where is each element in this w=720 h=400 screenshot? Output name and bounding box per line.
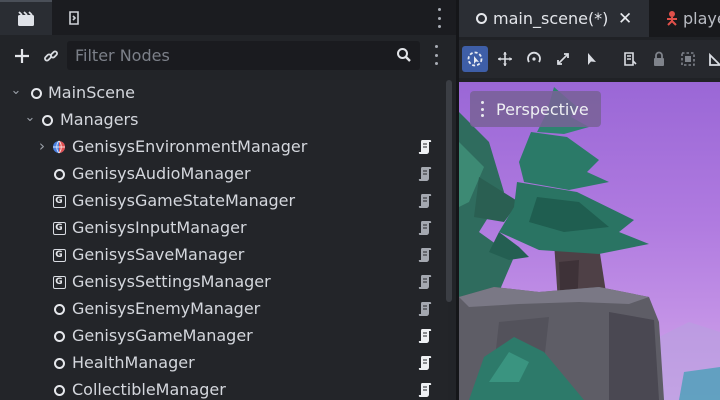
dock-menu-icon[interactable] (432, 8, 446, 28)
tree-row-label: GenisysSettingsManager (72, 272, 271, 291)
ruler-button[interactable] (703, 46, 720, 72)
tree-row[interactable]: G GenisysInputManager (0, 215, 448, 242)
script-icon[interactable] (418, 166, 432, 182)
tree-scrollbar[interactable] (446, 80, 452, 302)
genisys-g-icon: G (52, 248, 66, 262)
lock-button[interactable] (646, 46, 672, 72)
select-mode-icon (467, 51, 483, 67)
viewport-toolbar (459, 40, 720, 78)
ruler-icon (709, 52, 720, 66)
scale-icon (557, 53, 569, 65)
tab-player[interactable]: playe (658, 0, 720, 37)
dock-tab-bar (0, 0, 456, 35)
pointer-icon (588, 53, 596, 65)
tree-row-label: GenisysGameManager (72, 326, 253, 345)
perspective-label: Perspective (496, 99, 589, 119)
tree-row-label: Managers (60, 110, 139, 129)
script-icon[interactable] (418, 382, 432, 398)
scene-render (459, 87, 720, 400)
node3d-ring-icon (52, 302, 66, 316)
script-icon[interactable] (418, 220, 432, 236)
tree-row[interactable]: G GenisysSettingsManager (0, 269, 448, 296)
rotate-tool-button[interactable] (521, 46, 547, 72)
scene-tab-bar: main_scene(*) ✕ playe (459, 0, 720, 37)
script-icon[interactable] (418, 301, 432, 317)
tree-row-label: CollectibleManager (72, 380, 226, 399)
rotate-icon (527, 51, 541, 63)
tree-row-label: GenisysEnvironmentManager (72, 137, 308, 156)
plus-icon (15, 49, 29, 63)
chevron-right-icon[interactable]: › (36, 137, 48, 155)
lock-icon (654, 51, 664, 66)
close-icon[interactable]: ✕ (618, 9, 632, 29)
group-icon (681, 52, 695, 66)
tree-row[interactable]: GenisysAudioManager (0, 161, 448, 188)
tree-row[interactable]: G GenisysSaveManager (0, 242, 448, 269)
tree-row-label: GenisysAudioManager (72, 164, 251, 183)
node3d-ring-icon (40, 113, 54, 127)
script-icon[interactable] (418, 274, 432, 290)
genisys-g-icon: G (52, 221, 66, 235)
list-select-tool-button[interactable] (579, 46, 605, 72)
3d-viewport[interactable]: Perspective (459, 82, 720, 400)
tree-row[interactable]: › GenisysEnvironmentManager (0, 134, 448, 161)
scene-dock: ⌄ MainScene ⌄ Managers › GenisysEnvironmentMa… (0, 0, 456, 400)
filter-nodes-input[interactable] (75, 45, 385, 66)
link-icon (44, 50, 58, 62)
import-tab-icon (69, 10, 79, 25)
move-icon (498, 52, 512, 66)
tree-row[interactable]: GenisysEnemyManager (0, 296, 448, 323)
tree-row-label: MainScene (48, 83, 135, 102)
world-environment-icon (52, 140, 66, 154)
character-body-icon (667, 11, 677, 26)
tree-row[interactable]: G GenisysGameStateManager (0, 188, 448, 215)
tree-row-label: GenisysInputManager (72, 218, 247, 237)
genisys-g-icon: G (52, 275, 66, 289)
scene-tab-icon (18, 10, 34, 26)
node3d-ring-icon (52, 167, 66, 181)
scene-tree: ⌄ MainScene ⌄ Managers › GenisysEnvironmentMa… (0, 80, 448, 400)
transform-icon (624, 52, 637, 66)
scene-editor: main_scene(*) ✕ playe (459, 0, 720, 400)
chevron-down-icon[interactable]: ⌄ (24, 110, 36, 125)
instance-scene-button[interactable] (40, 45, 62, 67)
script-icon[interactable] (418, 328, 432, 344)
move-tool-button[interactable] (492, 46, 518, 72)
tree-row-label: GenisysGameStateManager (72, 191, 296, 210)
genisys-g-icon: G (52, 194, 66, 208)
group-button[interactable] (675, 46, 701, 72)
node3d-ring-icon (52, 383, 66, 397)
tab-main-scene[interactable]: main_scene(*) ✕ (459, 0, 649, 37)
menu-dots-icon (481, 101, 484, 117)
tree-row[interactable]: ⌄ Managers (0, 107, 448, 134)
node3d-ring-icon (52, 329, 66, 343)
search-icon (397, 48, 411, 62)
script-icon[interactable] (418, 247, 432, 263)
script-icon[interactable] (418, 193, 432, 209)
tree-row-label: HealthManager (72, 353, 195, 372)
filter-menu-icon[interactable] (430, 45, 442, 65)
tree-row[interactable]: HealthManager (0, 350, 448, 377)
tab-scene[interactable] (0, 0, 52, 35)
node3d-ring-icon (29, 86, 43, 100)
scale-tool-button[interactable] (550, 46, 576, 72)
tree-row-label: GenisysSaveManager (72, 245, 245, 264)
transform-dialog-button[interactable] (617, 46, 643, 72)
tree-row[interactable]: GenisysGameManager (0, 323, 448, 350)
tree-row-label: GenisysEnemyManager (72, 299, 261, 318)
tree-row[interactable]: CollectibleManager (0, 377, 448, 400)
script-icon[interactable] (418, 355, 432, 371)
tab-import[interactable] (52, 0, 96, 35)
node3d-ring-icon (52, 356, 66, 370)
node3d-ring-icon (476, 13, 487, 24)
filter-nodes-field[interactable] (67, 41, 420, 70)
add-node-button[interactable] (11, 45, 33, 67)
script-icon[interactable] (418, 139, 432, 155)
tab-main-scene-label: main_scene(*) (493, 9, 609, 28)
tab-player-label: playe (683, 9, 720, 28)
chevron-down-icon[interactable]: ⌄ (10, 83, 22, 98)
perspective-menu-button[interactable]: Perspective (470, 91, 601, 127)
tree-row[interactable]: ⌄ MainScene (0, 80, 448, 107)
select-tool-button[interactable] (462, 46, 488, 72)
